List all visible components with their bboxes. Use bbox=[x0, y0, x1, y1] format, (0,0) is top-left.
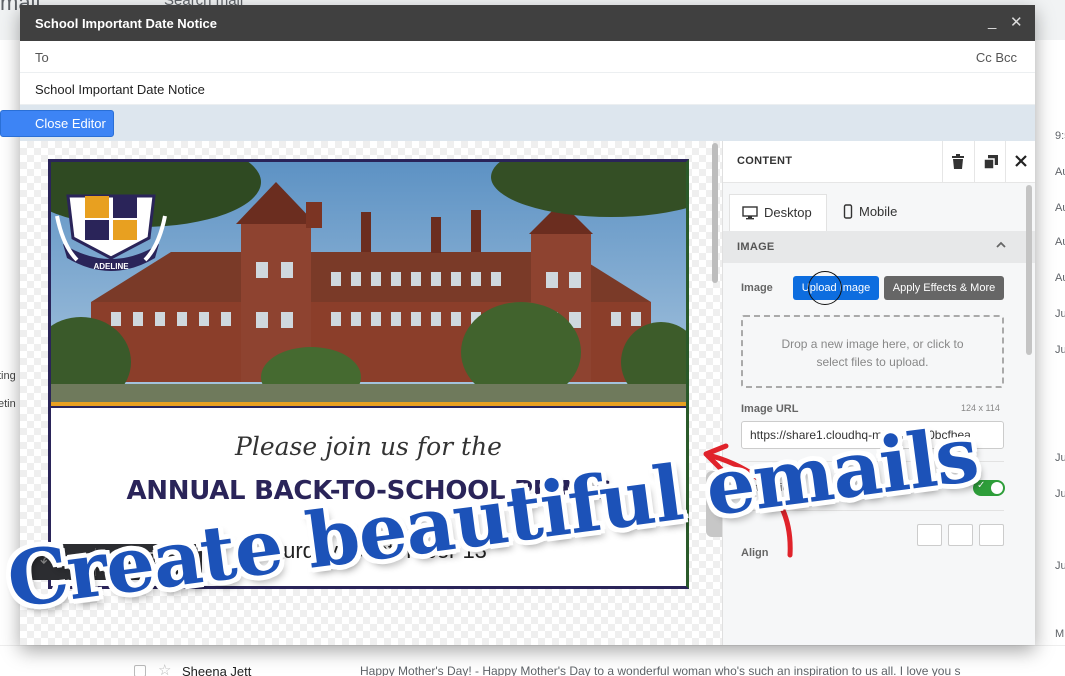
tab-mobile[interactable]: Mobile bbox=[831, 194, 909, 231]
subject-text: School Important Date Notice bbox=[35, 82, 205, 97]
panel-header-label: CONTENT bbox=[737, 155, 793, 167]
apply-effects-button[interactable]: Apply Effects & More bbox=[884, 276, 1004, 300]
trash-icon bbox=[952, 154, 964, 169]
image-dropzone[interactable]: Drop a new image here, or click to selec… bbox=[741, 315, 1004, 388]
nav-snippet: ting bbox=[0, 370, 16, 382]
inbox-row[interactable]: ☆ Sheena Jett Happy Mother's Day! - Happ… bbox=[0, 645, 1065, 676]
crest-text: ADELINE bbox=[93, 262, 129, 271]
desktop-icon bbox=[742, 206, 758, 220]
compose-title-bar: School Important Date Notice _ ✕ bbox=[20, 5, 1035, 41]
image-url-label: Image URL bbox=[741, 403, 799, 415]
align-center-button[interactable] bbox=[948, 524, 973, 546]
duplicate-button[interactable] bbox=[974, 141, 1005, 183]
view-tabs: Desktop Mobile bbox=[723, 183, 1035, 231]
gmail-inbox-dates: 9:5 Au Au Au Au Ju Ju Ju Ju Ju M bbox=[1035, 40, 1065, 676]
cursor-highlight bbox=[808, 271, 842, 305]
inbox-date: Au bbox=[1055, 236, 1065, 248]
duplicate-icon bbox=[983, 155, 998, 170]
row-sender: Sheena Jett bbox=[182, 664, 252, 676]
inbox-date: 9:5 bbox=[1055, 130, 1065, 142]
subject-field[interactable]: School Important Date Notice bbox=[20, 73, 1035, 105]
mobile-icon bbox=[843, 204, 853, 219]
align-right-button[interactable] bbox=[979, 524, 1004, 546]
close-icon bbox=[1015, 155, 1027, 167]
school-hero-image[interactable]: ADELINE bbox=[51, 162, 686, 402]
close-panel-button[interactable] bbox=[1005, 141, 1035, 183]
hero-divider bbox=[51, 406, 686, 408]
inbox-date: Ju bbox=[1055, 560, 1065, 572]
chevron-up-icon bbox=[996, 241, 1006, 248]
delete-button[interactable] bbox=[942, 141, 973, 183]
inbox-date: Au bbox=[1055, 202, 1065, 214]
tab-mobile-label: Mobile bbox=[859, 204, 898, 219]
invite-line[interactable]: Please join us for the bbox=[51, 432, 686, 461]
tab-desktop[interactable]: Desktop bbox=[729, 194, 827, 231]
image-section-header[interactable]: IMAGE bbox=[723, 231, 1035, 263]
star-icon[interactable]: ☆ bbox=[158, 661, 171, 676]
inbox-date: Au bbox=[1055, 272, 1065, 284]
inbox-date: M bbox=[1055, 628, 1065, 640]
image-label: Image bbox=[741, 282, 773, 294]
inbox-date: Ju bbox=[1055, 308, 1065, 320]
inbox-date: Ju bbox=[1055, 344, 1065, 356]
canvas-scrollbar[interactable] bbox=[712, 143, 718, 283]
inbox-date: Ju bbox=[1055, 488, 1065, 500]
close-editor-button[interactable]: Close Editor bbox=[0, 110, 114, 137]
minimize-icon[interactable]: _ bbox=[988, 13, 996, 30]
to-label: To bbox=[35, 50, 49, 65]
close-icon[interactable]: ✕ bbox=[1010, 13, 1023, 31]
row-checkbox[interactable] bbox=[134, 665, 146, 676]
panel-scrollbar[interactable] bbox=[1026, 185, 1032, 355]
section-label: IMAGE bbox=[737, 241, 775, 253]
align-left-button[interactable] bbox=[917, 524, 942, 546]
row-snippet: Happy Mother's Day! - Happy Mother's Day… bbox=[360, 664, 961, 676]
panel-header: CONTENT bbox=[723, 141, 1035, 183]
tab-desktop-label: Desktop bbox=[764, 205, 812, 220]
inbox-date: Au bbox=[1055, 166, 1065, 178]
content-panel: CONTENT Desktop Mobile IMAGE Image Uploa… bbox=[722, 141, 1035, 645]
to-row[interactable]: To Cc Bcc bbox=[20, 41, 1035, 73]
nav-snippet: etin bbox=[0, 398, 16, 410]
editor-toolbar: Close Editor bbox=[0, 105, 1035, 141]
cc-bcc-link[interactable]: Cc Bcc bbox=[976, 50, 1017, 65]
inbox-date: Ju bbox=[1055, 452, 1065, 464]
compose-title: School Important Date Notice bbox=[35, 16, 218, 31]
